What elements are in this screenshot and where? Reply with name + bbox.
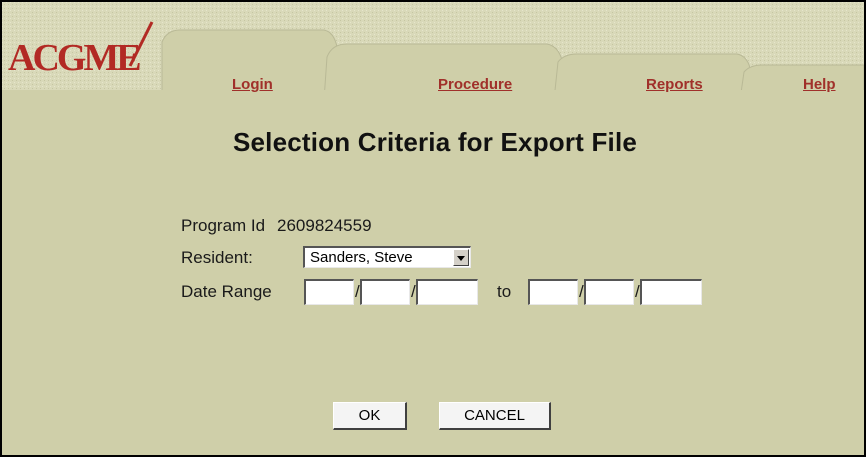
program-id-label: Program Id [181,216,266,235]
nav-login-link[interactable]: Login [232,76,273,93]
from-month-field[interactable] [304,279,354,305]
to-day-field[interactable] [584,279,634,305]
from-day-field[interactable] [360,279,410,305]
date-range-label: Date Range [181,282,272,301]
from-year-field[interactable] [416,279,478,305]
program-id-value: 2609824559 [277,216,372,235]
to-month-field[interactable] [528,279,578,305]
acgme-logo: ACGME [8,21,154,79]
nav-reports-link[interactable]: Reports [646,76,703,93]
to-year-field[interactable] [640,279,702,305]
page-title: Selection Criteria for Export File [232,127,638,157]
ok-button[interactable]: OK [333,402,407,430]
resident-selected-value: Sanders, Steve [310,249,413,266]
to-label: to [497,282,512,301]
cancel-button[interactable]: CANCEL [439,402,551,430]
nav-help-link[interactable]: Help [803,76,836,93]
chevron-down-icon[interactable] [453,249,469,266]
resident-select[interactable]: Sanders, Steve [303,246,471,268]
main-frame: ACGME Login Procedure Reports Help Selec… [0,0,866,457]
nav-procedure-link[interactable]: Procedure [438,76,512,93]
logo-text: ACGME [8,37,140,79]
resident-label: Resident: [181,248,253,267]
